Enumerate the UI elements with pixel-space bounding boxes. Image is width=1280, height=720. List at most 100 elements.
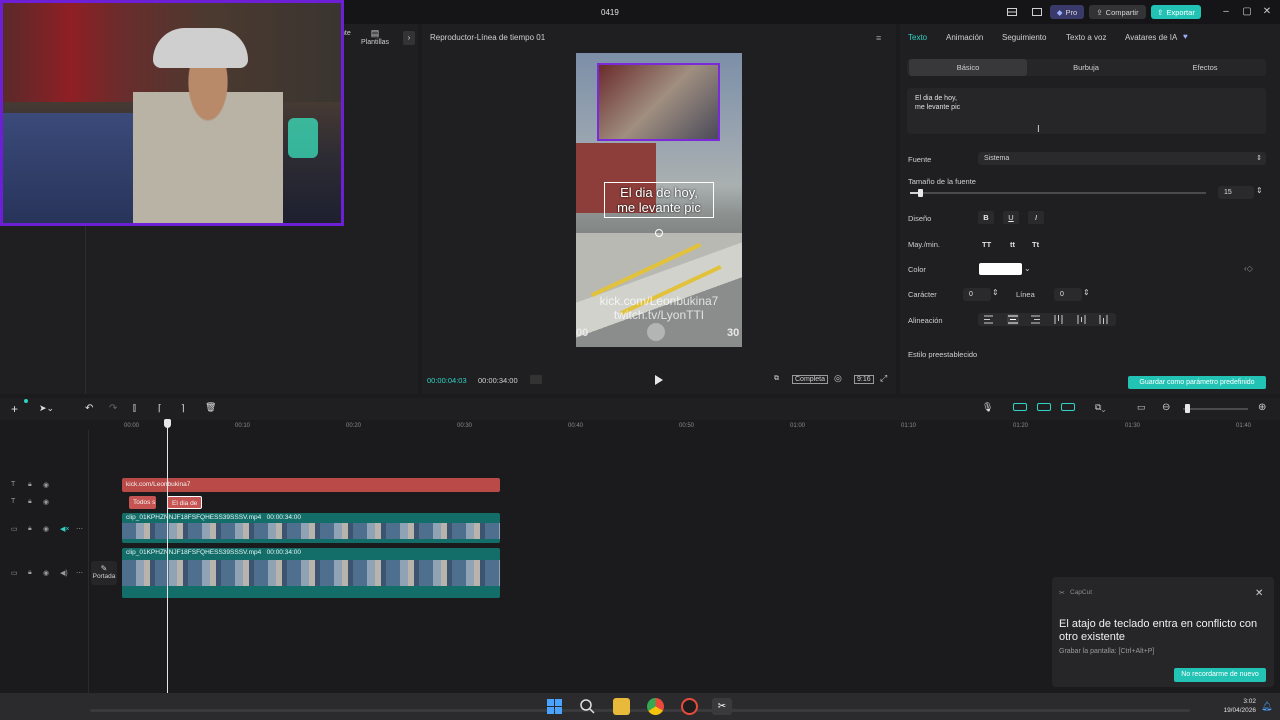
keyframe-icon[interactable]: ‹◇ [1244, 264, 1253, 273]
notification-bell-icon[interactable]: 🔔︎ [1261, 701, 1272, 712]
snap-icon[interactable]: ⧉⌄ [1095, 402, 1106, 413]
eye-icon[interactable]: ◉ [43, 569, 49, 577]
case-title-button[interactable]: Tt [1032, 240, 1039, 249]
search-icon[interactable] [579, 698, 596, 715]
chrome-icon[interactable] [647, 698, 664, 715]
cover-button[interactable]: ✎ Portada [91, 561, 117, 585]
tab-animation[interactable]: Animación [946, 33, 983, 42]
playhead[interactable] [167, 420, 168, 705]
zoom-slider[interactable] [1183, 408, 1248, 410]
eye-icon[interactable]: ◉ [43, 481, 49, 489]
align-center-icon[interactable] [1007, 314, 1019, 325]
split-icon[interactable]: ⫿ [133, 403, 136, 414]
crop-icon[interactable]: ⧉ [774, 375, 779, 383]
color-swatch[interactable] [979, 263, 1022, 275]
font-size-slider[interactable] [910, 192, 1206, 194]
subtab-bubble[interactable]: Burbuja [1027, 59, 1145, 76]
char-stepper-icon[interactable]: ⇕ [992, 288, 999, 297]
timecode-icon[interactable] [530, 375, 542, 384]
char-spacing-input[interactable]: 0 [963, 288, 991, 301]
caption-text-box[interactable]: El dia de hoy, me levante pic [604, 182, 714, 218]
redo-icon[interactable]: ↷ [109, 403, 117, 414]
dont-remind-button[interactable]: No recordarme de nuevo [1174, 668, 1266, 682]
fullscreen-icon[interactable]: ⤢ [880, 373, 887, 384]
eye-icon[interactable]: ◉ [43, 498, 49, 506]
tab-ai-avatars[interactable]: Avatares de IA [1125, 33, 1177, 42]
obs-icon[interactable] [681, 698, 698, 715]
zoom-out-icon[interactable]: ⊖ [1162, 402, 1170, 413]
eye-icon[interactable]: ◉ [43, 525, 49, 533]
playhead-handle[interactable] [164, 419, 171, 428]
text-clip[interactable]: kick.com/Leonbukina7 [122, 478, 500, 492]
subtab-basic[interactable]: Básico [909, 59, 1027, 76]
font-select[interactable]: Sistema ⇕ [978, 152, 1266, 165]
lock-icon[interactable]: 🔒︎ [28, 569, 32, 577]
video-clip[interactable]: clip_01KPHZNNJF18FSFQHESS39SSSV.mp4 00:0… [122, 513, 500, 543]
vertical-bottom-icon[interactable] [1099, 315, 1109, 324]
text-clip-selected[interactable]: El dia de [167, 496, 202, 509]
delete-icon[interactable]: 🗑 [205, 402, 216, 413]
pro-button[interactable]: ◆ Pro [1050, 5, 1084, 19]
more-icon[interactable]: ⋯ [76, 525, 83, 533]
menu-icon[interactable]: ≡ [876, 33, 881, 43]
mute-icon[interactable]: ◀× [60, 525, 69, 533]
audio-icon[interactable]: ◀) [60, 569, 68, 577]
add-icon[interactable]: + [11, 402, 18, 416]
vertical-middle-icon[interactable] [1077, 315, 1087, 324]
select-tool-icon[interactable]: ➤⌄ [39, 403, 54, 414]
caption-icon[interactable]: ▭ [1137, 402, 1146, 413]
underline-button[interactable]: U [1003, 211, 1019, 224]
shortcuts-icon[interactable] [1030, 5, 1044, 19]
windows-start-icon[interactable] [546, 698, 563, 715]
export-button[interactable]: ⇧ Exportar [1151, 5, 1201, 19]
tab-text[interactable]: Texto [908, 33, 927, 42]
ratio-button[interactable]: 9:16 [854, 375, 874, 384]
lock-icon[interactable]: 🔒︎ [28, 481, 32, 489]
align-left-icon[interactable] [984, 315, 994, 324]
share-button[interactable]: ⇪ Compartir [1089, 5, 1146, 19]
save-default-button[interactable]: Guardar como parámetro predefinido [1128, 376, 1266, 389]
trim-right-icon[interactable]: ⌉ [181, 403, 185, 414]
scrollbar[interactable] [90, 709, 1190, 712]
bold-button[interactable]: B [978, 211, 994, 224]
chevron-right-icon[interactable]: › [403, 31, 415, 45]
quality-button[interactable]: Completa [792, 375, 828, 384]
tab-text-to-speech[interactable]: Texto a voz [1066, 33, 1106, 42]
snapshot-icon[interactable]: ◎ [834, 373, 842, 384]
line-stepper-icon[interactable]: ⇕ [1083, 288, 1090, 297]
tab-tracking[interactable]: Seguimiento [1002, 33, 1046, 42]
maximize-icon[interactable]: ▢ [1240, 5, 1254, 19]
case-lower-button[interactable]: tt [1010, 240, 1015, 249]
subtab-effects[interactable]: Efectos [1146, 59, 1264, 76]
text-clip-small[interactable]: Todos s [129, 496, 156, 509]
minimize-icon[interactable]: – [1219, 5, 1233, 19]
preview-axis-icon[interactable] [1061, 403, 1075, 411]
zoom-slider-handle[interactable] [1185, 404, 1190, 413]
zoom-in-icon[interactable]: ⊕ [1258, 402, 1266, 413]
close-icon[interactable]: ✕ [1255, 588, 1263, 599]
font-size-input[interactable]: 15 [1218, 186, 1254, 199]
play-button[interactable] [654, 374, 664, 386]
file-explorer-icon[interactable] [613, 698, 630, 715]
lock-icon[interactable]: 🔒︎ [28, 525, 32, 533]
line-spacing-input[interactable]: 0 [1054, 288, 1082, 301]
magnet-icon[interactable] [1013, 403, 1027, 411]
font-size-stepper-icon[interactable]: ⇕ [1256, 186, 1263, 195]
text-input[interactable]: El dia de hoy, me levante pic [907, 88, 1266, 134]
vertical-top-icon[interactable] [1054, 315, 1064, 324]
mic-icon[interactable]: 🎙 [982, 402, 993, 413]
more-icon[interactable]: ⋯ [76, 569, 83, 577]
templates-tab[interactable]: ▤ Plantillas [361, 28, 389, 46]
layout-icon[interactable] [1005, 5, 1019, 19]
link-icon[interactable] [1037, 403, 1051, 411]
trim-left-icon[interactable]: ⌈ [158, 403, 162, 414]
capcut-taskbar-icon[interactable]: ✂ [712, 698, 732, 715]
case-upper-button[interactable]: TT [982, 240, 991, 249]
italic-button[interactable]: I [1028, 211, 1044, 224]
system-clock[interactable]: 3:02 19/04/2026 [1216, 697, 1256, 715]
lock-icon[interactable]: 🔒︎ [28, 498, 32, 506]
chevron-down-icon[interactable]: ⌄ [1024, 264, 1031, 273]
rotate-icon[interactable] [655, 229, 663, 237]
close-icon[interactable]: ✕ [1260, 5, 1274, 19]
font-size-slider-handle[interactable] [918, 189, 923, 197]
